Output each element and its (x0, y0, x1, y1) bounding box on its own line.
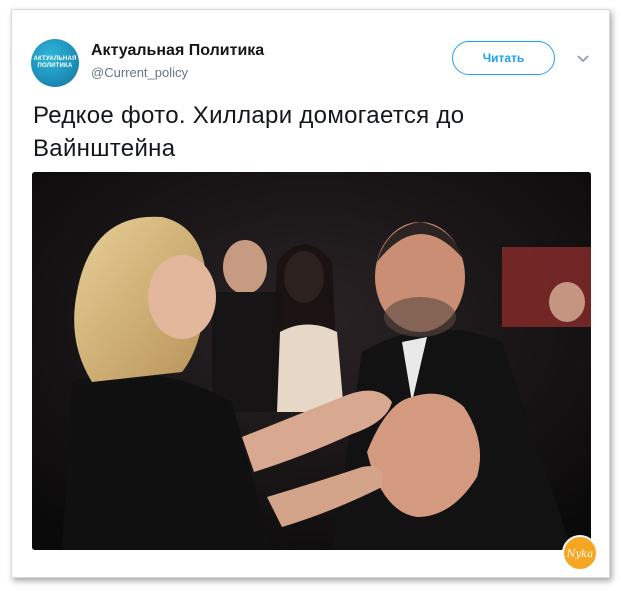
account-handle[interactable]: @Current_policy (91, 65, 188, 80)
logo-watermark: Nyka (562, 535, 598, 571)
avatar-text-line1: АКТУАЛЬНАЯ (33, 56, 77, 62)
account-avatar[interactable]: АКТУАЛЬНАЯ ПОЛИТИКА (31, 39, 79, 87)
chevron-down-icon[interactable] (576, 54, 590, 64)
tweet-text: Редкое фото. Хиллари домогается до Вайнш… (33, 102, 465, 162)
watermark-text: Nyka (566, 549, 593, 560)
account-name[interactable]: Актуальная Политика (91, 42, 264, 60)
photo-scene (32, 172, 591, 550)
tweet-card: АКТУАЛЬНАЯ ПОЛИТИКА Актуальная Политика … (11, 9, 610, 578)
tweet-photo[interactable] (32, 172, 591, 550)
follow-button[interactable]: Читать (452, 41, 555, 75)
avatar-text-line2: ПОЛИТИКА (37, 63, 73, 69)
